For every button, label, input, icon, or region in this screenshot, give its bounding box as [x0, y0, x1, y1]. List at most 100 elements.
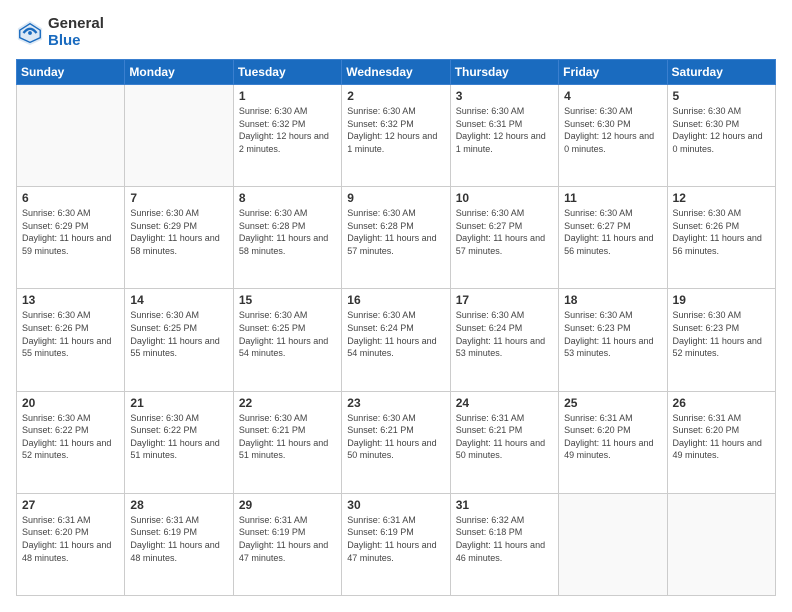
calendar-cell: 30 Sunrise: 6:31 AMSunset: 6:19 PMDayligh…: [342, 493, 450, 595]
calendar-cell: [559, 493, 667, 595]
calendar-cell: 1Sunrise: 6:30 AMSunset: 6:32 PMDaylight…: [233, 85, 341, 187]
weekday-header: Saturday: [667, 60, 775, 85]
day-info: Sunrise: 6:31 AMSunset: 6:19 PMDaylight:…: [347, 514, 444, 564]
calendar-cell: 22 Sunrise: 6:30 AMSunset: 6:21 PMDayligh…: [233, 391, 341, 493]
calendar-week-row: 1Sunrise: 6:30 AMSunset: 6:32 PMDaylight…: [17, 85, 776, 187]
day-number: 8: [239, 191, 336, 205]
day-info: Sunrise: 6:30 AMSunset: 6:30 PMDaylight:…: [673, 105, 770, 155]
calendar-cell: 26Sunrise: 6:31 AMSunset: 6:20 PMDayligh…: [667, 391, 775, 493]
day-number: 29: [239, 498, 336, 512]
day-number: 31: [456, 498, 553, 512]
calendar-cell: [125, 85, 233, 187]
calendar-cell: [667, 493, 775, 595]
day-info: Sunrise: 6:30 AMSunset: 6:24 PMDaylight:…: [456, 309, 553, 359]
day-number: 5: [673, 89, 770, 103]
day-info: Sunrise: 6:30 AMSunset: 6:25 PMDaylight:…: [130, 309, 227, 359]
day-number: 22: [239, 396, 336, 410]
day-info: Sunrise: 6:31 AMSunset: 6:20 PMDaylight:…: [673, 412, 770, 462]
day-info: Sunrise: 6:30 AMSunset: 6:22 PMDaylight:…: [22, 412, 119, 462]
calendar-cell: 27 Sunrise: 6:31 AMSunset: 6:20 PMDayligh…: [17, 493, 125, 595]
calendar-cell: 31 Sunrise: 6:32 AMSunset: 6:18 PMDayligh…: [450, 493, 558, 595]
header: General Blue: [16, 16, 776, 49]
day-number: 2: [347, 89, 444, 103]
day-info: Sunrise: 6:30 AMSunset: 6:32 PMDaylight:…: [347, 105, 444, 155]
day-info: Sunrise: 6:30 AMSunset: 6:23 PMDaylight:…: [673, 309, 770, 359]
day-info: Sunrise: 6:30 AMSunset: 6:27 PMDaylight:…: [456, 207, 553, 257]
day-number: 27: [22, 498, 119, 512]
day-number: 19: [673, 293, 770, 307]
day-info: Sunrise: 6:30 AMSunset: 6:21 PMDaylight:…: [239, 412, 336, 462]
calendar-cell: 2 Sunrise: 6:30 AMSunset: 6:32 PMDaylight…: [342, 85, 450, 187]
day-number: 17: [456, 293, 553, 307]
calendar-cell: 7 Sunrise: 6:30 AMSunset: 6:29 PMDaylight…: [125, 187, 233, 289]
logo: General Blue: [16, 16, 104, 49]
day-number: 13: [22, 293, 119, 307]
weekday-header: Tuesday: [233, 60, 341, 85]
calendar-cell: 9Sunrise: 6:30 AMSunset: 6:28 PMDaylight…: [342, 187, 450, 289]
day-info: Sunrise: 6:31 AMSunset: 6:19 PMDaylight:…: [130, 514, 227, 564]
calendar-cell: 17 Sunrise: 6:30 AMSunset: 6:24 PMDayligh…: [450, 289, 558, 391]
weekday-header: Friday: [559, 60, 667, 85]
day-number: 24: [456, 396, 553, 410]
day-info: Sunrise: 6:31 AMSunset: 6:19 PMDaylight:…: [239, 514, 336, 564]
day-number: 20: [22, 396, 119, 410]
calendar-cell: 10 Sunrise: 6:30 AMSunset: 6:27 PMDayligh…: [450, 187, 558, 289]
day-number: 18: [564, 293, 661, 307]
day-number: 23: [347, 396, 444, 410]
weekday-header: Monday: [125, 60, 233, 85]
calendar-week-row: 13 Sunrise: 6:30 AMSunset: 6:26 PMDayligh…: [17, 289, 776, 391]
day-info: Sunrise: 6:30 AMSunset: 6:29 PMDaylight:…: [22, 207, 119, 257]
calendar-cell: 8 Sunrise: 6:30 AMSunset: 6:28 PMDaylight…: [233, 187, 341, 289]
calendar-cell: 25 Sunrise: 6:31 AMSunset: 6:20 PMDayligh…: [559, 391, 667, 493]
day-info: Sunrise: 6:30 AMSunset: 6:22 PMDaylight:…: [130, 412, 227, 462]
logo-blue: Blue: [48, 32, 81, 49]
day-info: Sunrise: 6:31 AMSunset: 6:20 PMDaylight:…: [564, 412, 661, 462]
day-number: 30: [347, 498, 444, 512]
calendar-cell: 29 Sunrise: 6:31 AMSunset: 6:19 PMDayligh…: [233, 493, 341, 595]
calendar-header-row: SundayMondayTuesdayWednesdayThursdayFrid…: [17, 60, 776, 85]
calendar-cell: 21 Sunrise: 6:30 AMSunset: 6:22 PMDayligh…: [125, 391, 233, 493]
calendar-cell: 28 Sunrise: 6:31 AMSunset: 6:19 PMDayligh…: [125, 493, 233, 595]
day-info: Sunrise: 6:30 AMSunset: 6:24 PMDaylight:…: [347, 309, 444, 359]
calendar-cell: 23 Sunrise: 6:30 AMSunset: 6:21 PMDayligh…: [342, 391, 450, 493]
calendar-week-row: 27 Sunrise: 6:31 AMSunset: 6:20 PMDayligh…: [17, 493, 776, 595]
day-info: Sunrise: 6:30 AMSunset: 6:26 PMDaylight:…: [22, 309, 119, 359]
day-info: Sunrise: 6:31 AMSunset: 6:20 PMDaylight:…: [22, 514, 119, 564]
calendar-cell: 12 Sunrise: 6:30 AMSunset: 6:26 PMDayligh…: [667, 187, 775, 289]
day-number: 28: [130, 498, 227, 512]
day-info: Sunrise: 6:30 AMSunset: 6:32 PMDaylight:…: [239, 105, 336, 155]
calendar-week-row: 20 Sunrise: 6:30 AMSunset: 6:22 PMDayligh…: [17, 391, 776, 493]
calendar-cell: 4 Sunrise: 6:30 AMSunset: 6:30 PMDaylight…: [559, 85, 667, 187]
calendar-cell: 5 Sunrise: 6:30 AMSunset: 6:30 PMDaylight…: [667, 85, 775, 187]
day-info: Sunrise: 6:30 AMSunset: 6:28 PMDaylight:…: [239, 207, 336, 257]
logo-general: General: [48, 15, 104, 32]
day-info: Sunrise: 6:30 AMSunset: 6:26 PMDaylight:…: [673, 207, 770, 257]
calendar-cell: 13 Sunrise: 6:30 AMSunset: 6:26 PMDayligh…: [17, 289, 125, 391]
day-number: 3: [456, 89, 553, 103]
weekday-header: Sunday: [17, 60, 125, 85]
day-number: 9: [347, 191, 444, 205]
day-number: 12: [673, 191, 770, 205]
logo-icon: [16, 19, 44, 47]
day-number: 4: [564, 89, 661, 103]
calendar-cell: 16 Sunrise: 6:30 AMSunset: 6:24 PMDayligh…: [342, 289, 450, 391]
calendar-cell: 20 Sunrise: 6:30 AMSunset: 6:22 PMDayligh…: [17, 391, 125, 493]
calendar-cell: 11Sunrise: 6:30 AMSunset: 6:27 PMDayligh…: [559, 187, 667, 289]
day-number: 10: [456, 191, 553, 205]
day-number: 25: [564, 396, 661, 410]
calendar-cell: 24Sunrise: 6:31 AMSunset: 6:21 PMDayligh…: [450, 391, 558, 493]
weekday-header: Wednesday: [342, 60, 450, 85]
day-info: Sunrise: 6:30 AMSunset: 6:30 PMDaylight:…: [564, 105, 661, 155]
calendar-cell: 18Sunrise: 6:30 AMSunset: 6:23 PMDayligh…: [559, 289, 667, 391]
day-number: 7: [130, 191, 227, 205]
calendar-cell: 15Sunrise: 6:30 AMSunset: 6:25 PMDayligh…: [233, 289, 341, 391]
day-info: Sunrise: 6:30 AMSunset: 6:21 PMDaylight:…: [347, 412, 444, 462]
day-info: Sunrise: 6:32 AMSunset: 6:18 PMDaylight:…: [456, 514, 553, 564]
day-number: 21: [130, 396, 227, 410]
day-number: 16: [347, 293, 444, 307]
day-info: Sunrise: 6:30 AMSunset: 6:25 PMDaylight:…: [239, 309, 336, 359]
day-info: Sunrise: 6:30 AMSunset: 6:29 PMDaylight:…: [130, 207, 227, 257]
day-number: 11: [564, 191, 661, 205]
calendar-cell: 3Sunrise: 6:30 AMSunset: 6:31 PMDaylight…: [450, 85, 558, 187]
day-number: 6: [22, 191, 119, 205]
